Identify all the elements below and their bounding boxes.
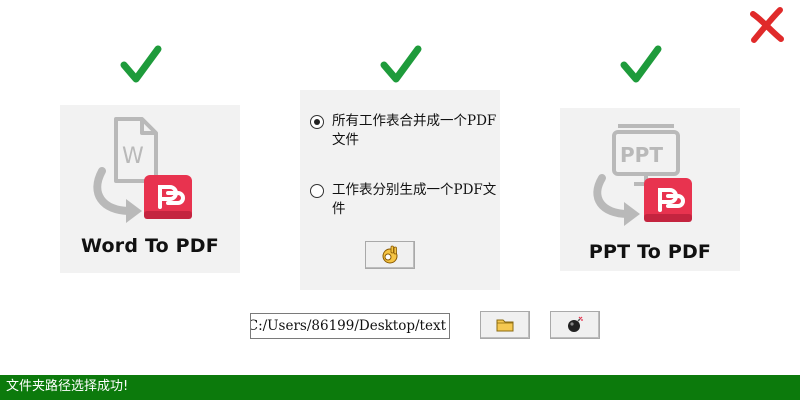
merge-option-label: 所有工作表合并成一个PDF文件	[332, 113, 497, 148]
folder-path-input[interactable]: C:/Users/86199/Desktop/text	[250, 313, 450, 339]
word-to-pdf-icon: W	[93, 117, 192, 223]
word-to-pdf-card[interactable]: W Word To PDF	[60, 105, 240, 273]
merge-option-radio-dot[interactable]	[310, 115, 324, 129]
word-to-pdf-label: Word To PDF	[81, 235, 219, 257]
separate-option-label: 工作表分别生成一个PDF文件	[332, 182, 497, 217]
ok-hand-icon	[382, 245, 398, 264]
select-folder-button[interactable]	[480, 311, 530, 339]
status-message: 文件夹路径选择成功!	[6, 379, 129, 394]
svg-text:W: W	[122, 144, 144, 169]
excel-check-icon	[380, 45, 422, 83]
close-icon[interactable]	[748, 6, 786, 44]
folder-path-value: C:/Users/86199/Desktop/text	[250, 318, 446, 334]
convert-button[interactable]	[365, 241, 415, 269]
bomb-icon	[568, 316, 583, 332]
separate-option-radio[interactable]: 工作表分别生成一个PDF文件	[310, 181, 500, 219]
folder-icon	[496, 319, 514, 332]
ppt-to-pdf-label: PPT To PDF	[588, 241, 712, 263]
ppt-to-pdf-icon: PPT	[593, 124, 692, 226]
svg-text:PPT: PPT	[620, 143, 663, 167]
word-check-icon	[120, 45, 162, 83]
excel-options-card: 所有工作表合并成一个PDF文件 工作表分别生成一个PDF文件	[300, 90, 500, 290]
merge-option-radio[interactable]: 所有工作表合并成一个PDF文件	[310, 112, 500, 150]
run-button[interactable]	[550, 311, 600, 339]
separate-option-radio-dot[interactable]	[310, 184, 324, 198]
ppt-check-icon	[620, 45, 662, 83]
status-bar: 文件夹路径选择成功!	[0, 375, 800, 400]
ppt-to-pdf-card[interactable]: PPT PPT To PDF	[560, 108, 740, 271]
